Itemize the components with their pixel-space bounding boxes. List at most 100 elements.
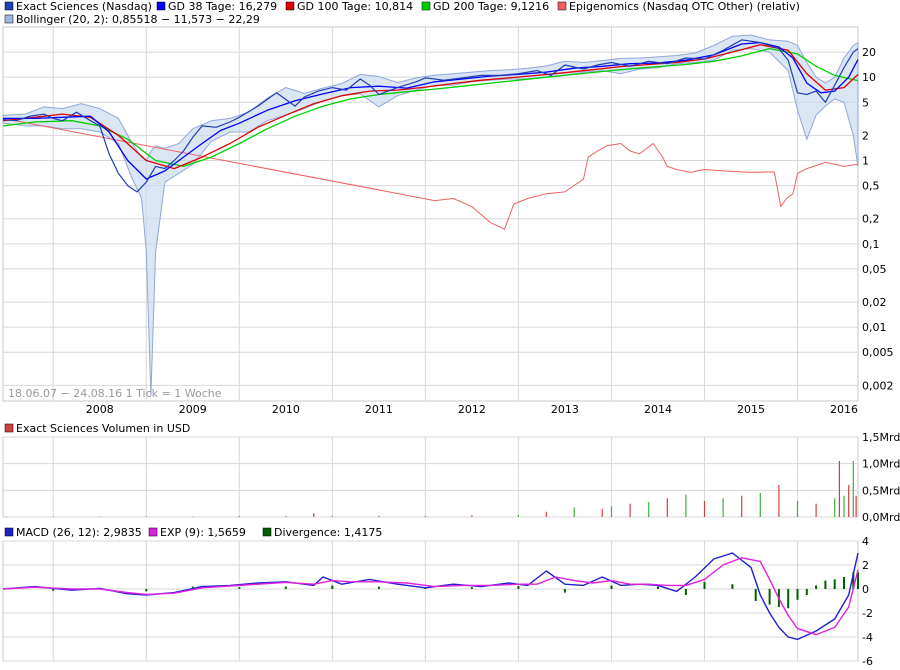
volume-bar	[848, 485, 850, 517]
volume-bar	[331, 515, 333, 517]
volume-bar	[666, 498, 668, 517]
price-y-tick-label: 0,002	[862, 379, 894, 392]
legend-swatch-exp	[148, 527, 158, 537]
volume-bar	[285, 515, 287, 517]
divergence-bar	[824, 580, 827, 589]
legend-macd: MACD (26, 12): 2,9835	[16, 526, 142, 539]
legend-bollinger: Bollinger (20, 2): 0,85518 − 11,573 − 22…	[16, 13, 260, 26]
volume-bar	[378, 515, 380, 517]
macd-y-tick-label: -4	[862, 631, 873, 644]
legend-swatch-rel	[557, 1, 567, 11]
divergence-bar	[754, 589, 757, 601]
price-y-tick-label: 0,2	[862, 213, 880, 226]
macd-y-tick-label: -6	[862, 655, 873, 668]
volume-grid	[3, 436, 858, 518]
legend-price: Exact Sciences (Nasdaq)	[16, 0, 152, 13]
price-y-axis: 20 10 5 2 1 0,5 0,2 0,1 0,05 0,02 0,01 0,005 0,002	[862, 46, 894, 392]
volume-bar	[238, 516, 240, 517]
volume-bar	[52, 516, 54, 518]
price-y-tick-label: 0,5	[862, 180, 880, 193]
divergence-bar	[787, 589, 790, 609]
volume-bar	[685, 494, 687, 517]
legend-swatch-boll	[4, 14, 14, 24]
divergence-bar	[805, 589, 808, 595]
macd-y-tick-label: -2	[862, 607, 873, 620]
legend-swatch-gd100	[285, 1, 295, 11]
divergence-bar	[657, 586, 659, 589]
divergence-bar	[684, 589, 687, 595]
volume-y-tick-label: 0,0Mrd	[862, 511, 900, 524]
volume-bar	[573, 507, 575, 517]
legend-swatch-volume	[4, 423, 14, 433]
legend-volume: Exact Sciences Volumen in USD	[16, 422, 190, 435]
volume-bar	[778, 485, 780, 517]
volume-bar	[838, 461, 840, 517]
price-x-axis: 2008 2009 2010 2011 2012 2013 2014 2015 2016	[86, 403, 858, 416]
price-x-tick-label: 2015	[737, 403, 765, 416]
legend-swatch-divergence	[262, 527, 272, 537]
volume-bar	[629, 503, 631, 517]
price-x-tick-label: 2012	[458, 403, 486, 416]
volume-bar	[741, 495, 743, 517]
legend-swatch-gd38	[156, 1, 166, 11]
volume-bar	[192, 516, 194, 517]
volume-bar	[6, 516, 8, 518]
price-grid	[3, 27, 858, 661]
volume-bar	[815, 503, 817, 517]
legend-rel: Epigenomics (Nasdaq OTC Other) (relativ)	[569, 0, 800, 13]
divergence-bar	[815, 585, 818, 589]
divergence-bar	[796, 589, 799, 600]
macd-y-tick-label: 0	[862, 583, 869, 596]
price-y-tick-label: 2	[862, 129, 869, 142]
divergence-bar	[331, 585, 334, 589]
volume-bar	[855, 495, 857, 517]
divergence-bar	[145, 589, 148, 592]
divergence-bar	[768, 589, 771, 605]
volume-bar	[99, 516, 101, 518]
volume-bar	[610, 506, 613, 517]
legend-gd38: GD 38 Tage: 16,279	[168, 0, 277, 13]
price-x-tick-label: 2011	[365, 403, 393, 416]
volume-bar	[313, 513, 315, 517]
volume-panel-frame	[2, 436, 859, 518]
price-y-tick-label: 0,1	[862, 238, 880, 251]
legend-swatch-gd200	[421, 1, 431, 11]
range-note: 18.06.07 − 24.08.16 1 Tick = 1 Woche	[8, 387, 222, 400]
volume-bar	[424, 515, 426, 517]
divergence-bar	[517, 586, 520, 589]
price-y-tick-label: 1	[862, 155, 869, 168]
price-legend: Exact Sciences (Nasdaq) GD 38 Tage: 16,2…	[4, 0, 800, 26]
macd-y-tick-label: 2	[862, 559, 869, 572]
volume-bar	[545, 511, 547, 517]
legend-gd200: GD 200 Tage: 9,1216	[433, 0, 549, 13]
macd-plot	[2, 552, 859, 641]
price-y-tick-label: 20	[862, 46, 876, 59]
price-x-tick-label: 2008	[86, 403, 114, 416]
series-macd	[2, 552, 859, 641]
volume-bar	[852, 461, 854, 517]
volume-bar	[601, 509, 603, 517]
volume-plot	[6, 461, 857, 518]
divergence-bar	[52, 589, 55, 591]
divergence-bar	[563, 589, 566, 593]
volume-y-tick-label: 1,0Mrd	[862, 458, 900, 471]
volume-bar	[834, 498, 836, 517]
price-x-tick-label: 2009	[179, 403, 207, 416]
divergence-bar	[284, 586, 287, 589]
macd-y-tick-label: 4	[862, 535, 869, 548]
series-exp	[2, 557, 859, 636]
macd-y-axis: 4 2 0 -2 -4 -6	[862, 535, 873, 668]
price-x-tick-label: 2014	[644, 403, 672, 416]
volume-y-tick-label: 0,5Mrd	[862, 484, 900, 497]
divergence-bar	[470, 587, 473, 589]
price-y-tick-label: 0,05	[862, 263, 887, 276]
macd-grid	[3, 540, 858, 662]
volume-bar	[648, 502, 650, 517]
volume-bar	[517, 514, 519, 517]
volume-bar	[796, 501, 799, 517]
price-x-tick-label: 2016	[830, 403, 858, 416]
volume-bar	[145, 516, 147, 517]
divergence-bar	[703, 581, 706, 589]
price-y-tick-label: 0,02	[862, 296, 887, 309]
legend-exp: EXP (9): 1,5659	[160, 526, 246, 539]
